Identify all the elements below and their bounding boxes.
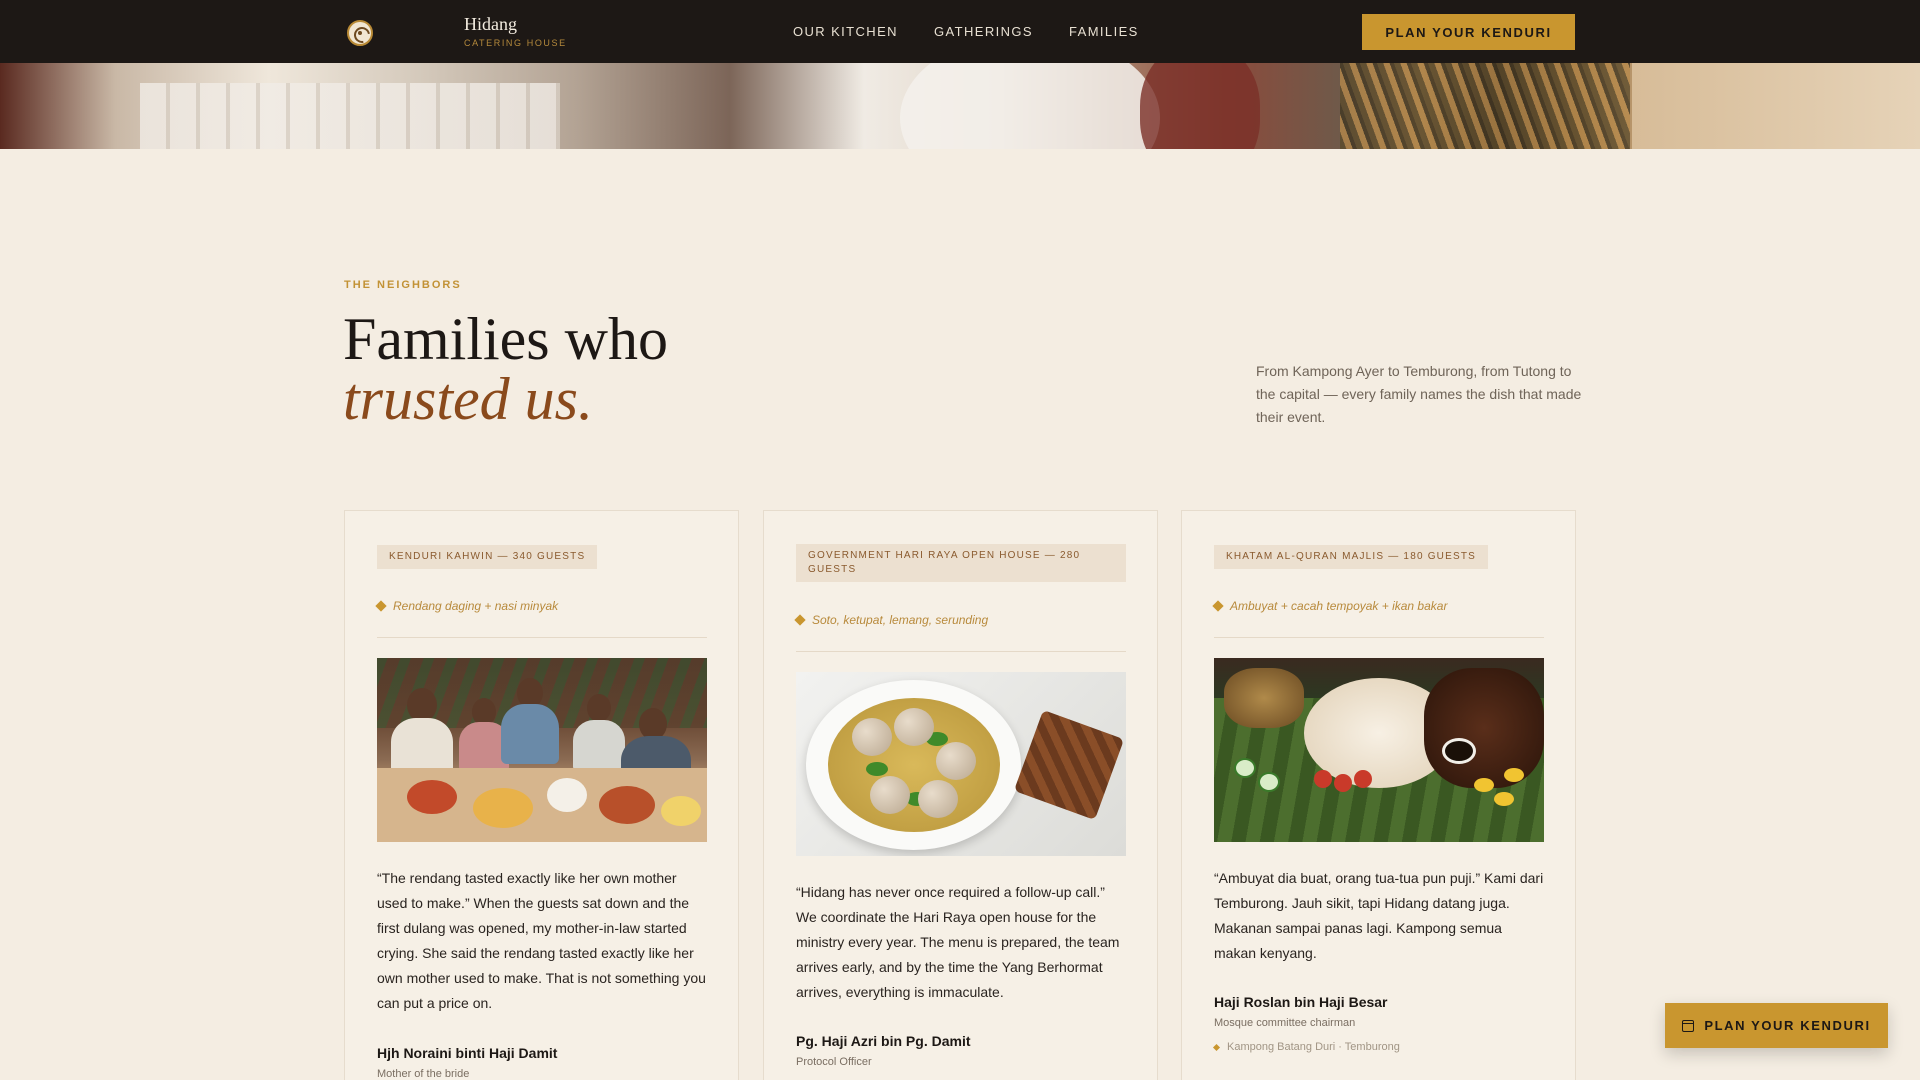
testimonial-quote: “The rendang tasted exactly like her own… bbox=[377, 870, 706, 1011]
testimonial-card: GOVERNMENT HARI RAYA OPEN HOUSE — 280 GU… bbox=[763, 510, 1158, 1080]
diamond-icon bbox=[375, 600, 387, 612]
event-tag: KENDURI KAHWIN — 340 GUESTS bbox=[377, 545, 598, 569]
dish-line: Rendang daging + nasi minyak bbox=[375, 599, 559, 613]
dish-text: Ambuyat + cacah tempoyak + ikan bakar bbox=[1230, 599, 1448, 613]
hero-image bbox=[0, 63, 1920, 149]
ambuyat-spread-photo bbox=[1214, 658, 1544, 842]
floating-plan-kenduri-button[interactable]: PLAN YOUR KENDURI bbox=[1665, 1003, 1888, 1048]
divider bbox=[796, 651, 1126, 652]
dish-text: Rendang daging + nasi minyak bbox=[393, 599, 559, 613]
dish-line: Ambuyat + cacah tempoyak + ikan bakar bbox=[1212, 599, 1448, 613]
top-nav: Hidang CATERING HOUSE OUR KITCHEN GATHER… bbox=[0, 0, 1920, 63]
divider bbox=[377, 637, 707, 638]
diamond-icon bbox=[1212, 600, 1224, 612]
testimonial-quote: “Ambuyat dia buat, orang tua-tua pun puj… bbox=[1214, 870, 1544, 961]
dish-text: Soto, ketupat, lemang, serunding bbox=[812, 613, 989, 627]
testimonial-name: Pg. Haji Azri bin Pg. Damit bbox=[796, 1033, 971, 1049]
family-feast-photo bbox=[377, 658, 707, 842]
nav-link-gatherings[interactable]: GATHERINGS bbox=[934, 24, 1033, 39]
testimonial-name: Haji Roslan bin Haji Besar bbox=[1214, 994, 1388, 1010]
nav-link-families[interactable]: FAMILIES bbox=[1069, 24, 1139, 39]
section-intro: From Kampong Ayer to Temburong, from Tut… bbox=[1256, 363, 1582, 425]
calendar-icon bbox=[1681, 1019, 1695, 1032]
dish-line: Soto, ketupat, lemang, serunding bbox=[794, 613, 989, 627]
floating-cta-label: PLAN YOUR KENDURI bbox=[1704, 1018, 1871, 1033]
plan-kenduri-button[interactable]: PLAN YOUR KENDURI bbox=[1362, 14, 1575, 50]
soto-ketupat-photo bbox=[796, 672, 1126, 856]
diamond-icon bbox=[794, 614, 806, 626]
location-text: Kampong Batang Duri · Temburong bbox=[1227, 1041, 1400, 1053]
testimonial-name: Hjh Noraini binti Haji Damit bbox=[377, 1045, 558, 1061]
nav-link-our-kitchen[interactable]: OUR KITCHEN bbox=[793, 24, 898, 39]
testimonial-card: KHATAM AL-QURAN MAJLIS — 180 GUESTS Ambu… bbox=[1181, 510, 1576, 1080]
testimonial-role: Protocol Officer bbox=[796, 1056, 872, 1068]
section-eyebrow: THE NEIGHBORS bbox=[344, 279, 462, 291]
section-title-line2: trusted us. bbox=[343, 366, 594, 432]
testimonial-role: Mother of the bride bbox=[377, 1068, 470, 1080]
event-tag: GOVERNMENT HARI RAYA OPEN HOUSE — 280 GU… bbox=[796, 544, 1126, 582]
testimonial-quote: “Hidang has never once required a follow… bbox=[796, 884, 1120, 1000]
testimonial-card: KENDURI KAHWIN — 340 GUESTS Rendang dagi… bbox=[344, 510, 739, 1080]
divider bbox=[1214, 637, 1544, 638]
event-tag: KHATAM AL-QURAN MAJLIS — 180 GUESTS bbox=[1214, 545, 1489, 569]
brand-name[interactable]: Hidang bbox=[464, 14, 517, 35]
testimonial-role: Mosque committee chairman bbox=[1214, 1017, 1356, 1029]
testimonial-location: Kampong Batang Duri · Temburong bbox=[1212, 1041, 1400, 1053]
logo-icon[interactable] bbox=[347, 20, 373, 46]
brand-subtitle: CATERING HOUSE bbox=[464, 38, 567, 48]
diamond-icon bbox=[1212, 1043, 1221, 1051]
